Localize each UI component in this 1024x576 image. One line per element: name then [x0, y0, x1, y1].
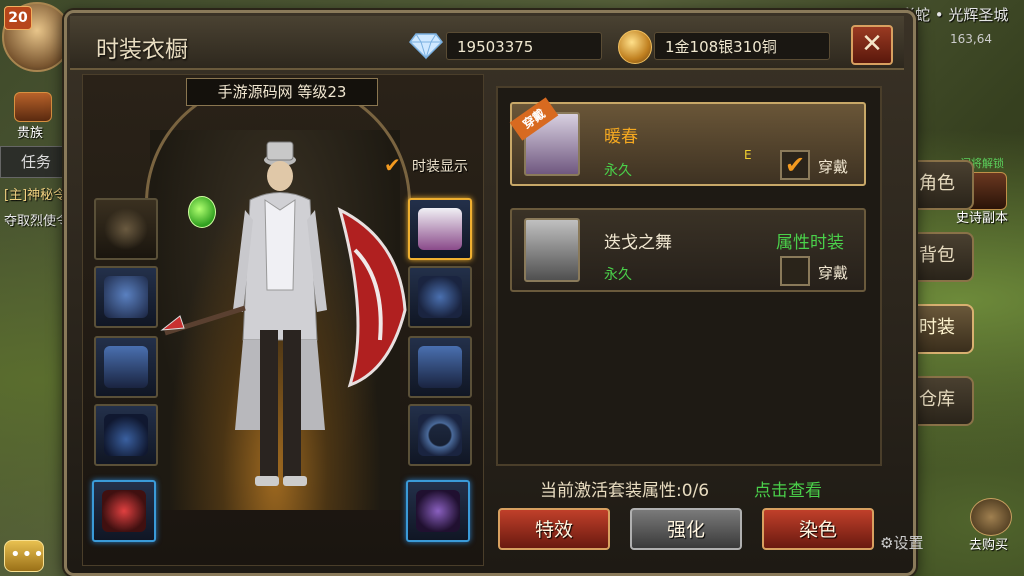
close-icon: ✕ — [861, 29, 883, 59]
fashion-item-2-wear-checkbox[interactable] — [780, 256, 810, 286]
armor-skin-icon — [416, 490, 460, 532]
fashion-item-1-wear-label[interactable]: 穿戴 — [818, 156, 848, 177]
diamond-count: 19503375 — [446, 32, 602, 60]
fashion-item-1-wear-checkbox[interactable]: ✔ — [780, 150, 810, 180]
window-title: 时装衣橱 — [96, 37, 188, 63]
buy-label: 去购买 — [969, 538, 1009, 553]
fashion-item-1-tag: E — [744, 148, 752, 162]
helmet-icon — [104, 276, 148, 318]
axe-weapon — [337, 207, 407, 388]
close-button[interactable]: ✕ — [851, 25, 893, 65]
pants-icon — [104, 346, 148, 388]
diamond-icon — [409, 33, 443, 60]
necklace-icon — [104, 414, 148, 456]
task-tab[interactable]: 任务 — [0, 146, 72, 178]
slot-necklace[interactable] — [94, 404, 158, 466]
guild-icon[interactable] — [14, 92, 52, 122]
shop-icon[interactable] — [970, 498, 1012, 536]
map-name: 彩蛇 • 光辉圣城 — [900, 6, 1009, 24]
boots-icon — [418, 346, 462, 388]
coat-icon — [418, 208, 462, 250]
more-dots-icon: ••• — [10, 544, 45, 565]
map-coords: 163,64 — [950, 32, 992, 46]
guild-label: 贵族 — [17, 126, 44, 141]
slot-armor-skin[interactable] — [406, 480, 470, 542]
settings-label: 设置 — [893, 534, 924, 552]
money-amount: 1金108银310铜 — [654, 32, 830, 60]
player-level-badge: 20 — [4, 6, 32, 30]
armor-icon — [418, 276, 462, 318]
slot-ring[interactable] — [408, 404, 472, 466]
gold-coin-icon — [618, 30, 652, 64]
slot-pants[interactable] — [94, 336, 158, 398]
slot-fashion-top[interactable] — [408, 198, 472, 260]
slot-boots[interactable] — [408, 336, 472, 398]
character-name-level: 手游源码网 等级23 — [186, 78, 378, 106]
task-line-main[interactable]: [主]神秘令 — [4, 184, 66, 203]
slot-wings[interactable] — [94, 198, 158, 260]
slot-helmet[interactable] — [94, 266, 158, 328]
set-bonus-text: 当前激活套装属性:0/6 — [540, 481, 710, 501]
slot-armor[interactable] — [408, 266, 472, 328]
fashion-item-1-duration: 永久 — [604, 163, 632, 179]
show-fashion-label[interactable]: 时装显示 — [412, 156, 468, 176]
fashion-item-2-tag: 属性时装 — [776, 233, 844, 253]
effect-button[interactable]: 特效 — [498, 508, 610, 550]
slot-weapon-skin[interactable] — [92, 480, 156, 542]
show-fashion-checkbox[interactable]: ✔ — [384, 153, 401, 177]
dye-button[interactable]: 染色 — [762, 508, 874, 550]
ring-icon — [418, 414, 462, 456]
set-bonus-link[interactable]: 点击查看 — [754, 476, 822, 501]
fashion-item-2-name: 迭戈之舞 — [604, 233, 672, 253]
wings-icon — [104, 208, 148, 250]
task-line-sub[interactable]: 夺取烈使令 — [4, 210, 69, 229]
spear-weapon — [160, 305, 246, 336]
fashion-item-1-name: 暖春 — [604, 127, 638, 147]
enhance-button[interactable]: 强化 — [630, 508, 742, 550]
settings-button[interactable]: ⚙设置 — [880, 532, 923, 553]
shuriken-icon — [102, 490, 146, 532]
gear-icon: ⚙ — [880, 534, 894, 552]
fashion-item-2-wear-label[interactable]: 穿戴 — [818, 262, 848, 283]
fashion-item-2-duration: 永久 — [604, 267, 632, 283]
diego-dance-icon — [524, 218, 580, 282]
